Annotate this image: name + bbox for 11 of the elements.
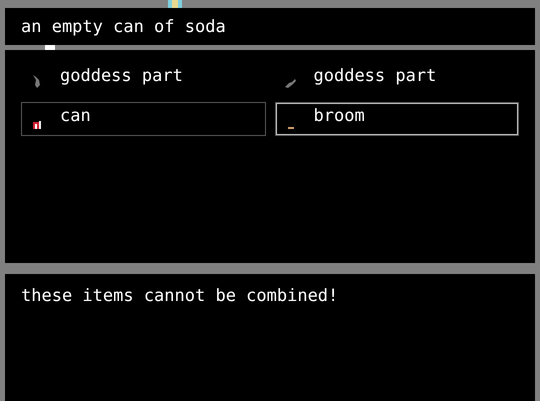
sprite-icon <box>168 0 182 8</box>
cursor-marker <box>45 45 55 50</box>
statue-icon <box>33 75 41 89</box>
arm-icon <box>284 79 296 89</box>
can-icon <box>33 121 41 129</box>
message-text: these items cannot be combined! <box>21 286 338 306</box>
inventory-item[interactable]: broom <box>274 102 519 136</box>
inventory-item[interactable]: goddess part <box>274 62 519 96</box>
inventory-item[interactable]: can <box>21 102 266 136</box>
description-text: an empty can of soda <box>21 16 226 36</box>
inventory-item[interactable]: goddess part <box>21 62 266 96</box>
